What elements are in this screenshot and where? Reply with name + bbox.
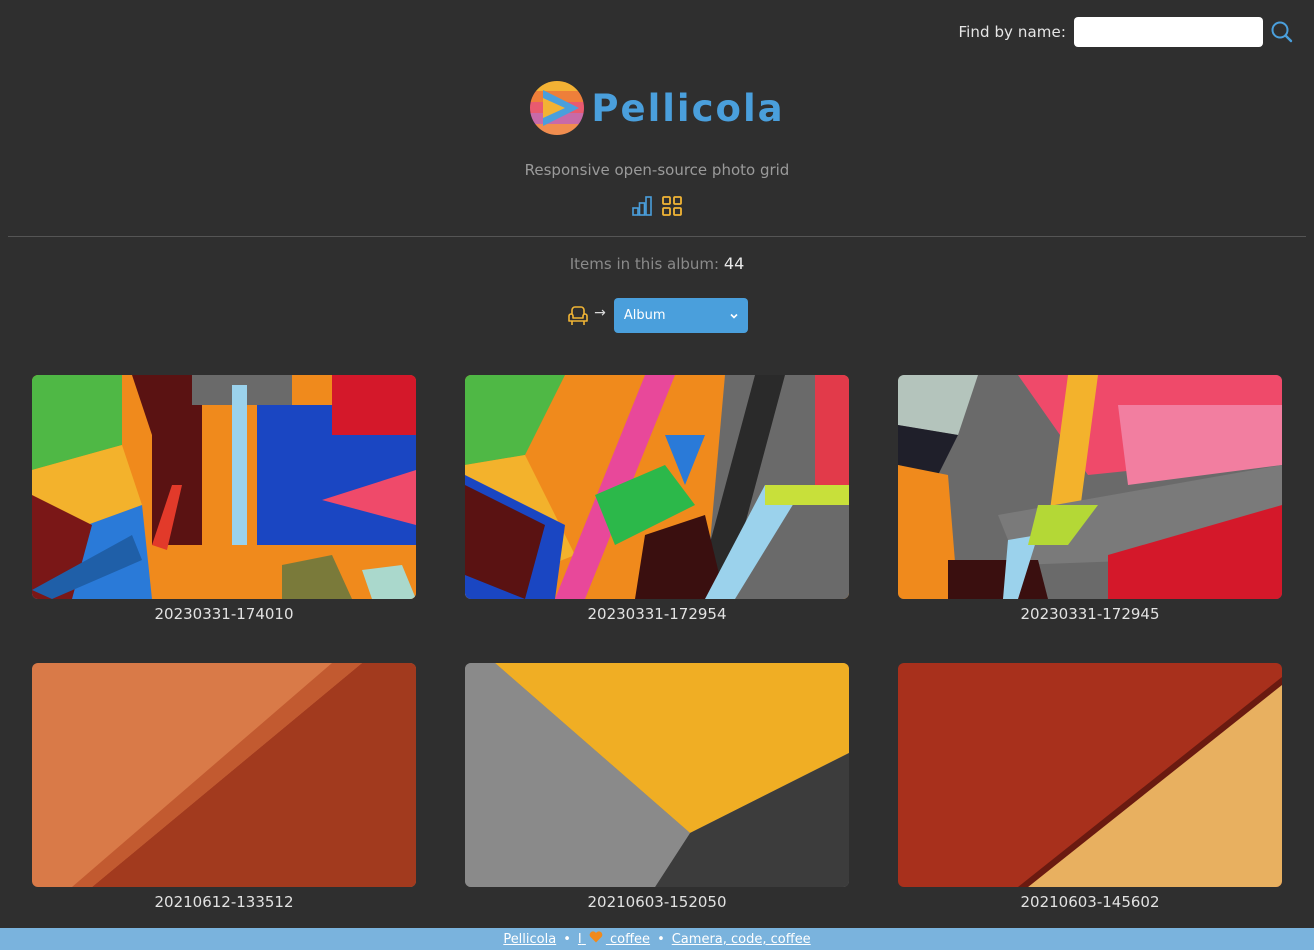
photo-thumbnail[interactable] <box>465 375 849 599</box>
album-select[interactable]: Album <box>613 298 748 333</box>
photo-tile[interactable]: 20230331-172945 <box>898 375 1282 623</box>
photo-caption: 20210612-133512 <box>154 893 294 911</box>
footer-separator: • <box>563 931 571 947</box>
photo-tile[interactable]: 20210603-152050 <box>465 663 849 911</box>
footer-i-text: I <box>577 932 582 947</box>
site-tagline: Responsive open-source photo grid <box>524 161 790 179</box>
site-title[interactable]: Pellicola <box>591 87 784 130</box>
grid-icon[interactable] <box>661 195 683 217</box>
chevron-down-icon <box>728 310 740 322</box>
heart-icon <box>589 931 603 943</box>
photo-tile[interactable]: 20210612-133512 <box>32 663 416 911</box>
photo-thumbnail[interactable] <box>898 375 1282 599</box>
photo-caption: 20230331-172954 <box>587 605 727 623</box>
arrow-right-icon: → <box>594 304 606 321</box>
photo-caption: 20230331-174010 <box>154 605 294 623</box>
photo-tile[interactable]: 20230331-172954 <box>465 375 849 623</box>
photo-thumbnail[interactable] <box>32 663 416 887</box>
search-icon[interactable] <box>1270 20 1294 44</box>
photo-tile[interactable]: 20210603-145602 <box>898 663 1282 911</box>
footer-camera-link[interactable]: Camera, code, coffee <box>672 932 811 947</box>
bar-chart-icon[interactable] <box>631 195 653 217</box>
page: Find by name: Pellicola Responsive open-… <box>0 0 1314 950</box>
armchair-icon <box>566 304 590 328</box>
item-count-label: Items in this album: <box>569 255 720 273</box>
footer-coffee-link[interactable]: I coffee <box>578 931 650 947</box>
view-switcher <box>0 195 1314 217</box>
search-input[interactable] <box>1074 17 1263 47</box>
site-header: Pellicola <box>0 80 1314 136</box>
item-count: Items in this album: 44 <box>0 254 1314 273</box>
divider <box>8 236 1306 237</box>
photo-caption: 20230331-172945 <box>1020 605 1160 623</box>
album-select-value: Album <box>623 308 666 323</box>
photo-tile[interactable]: 20230331-174010 <box>32 375 416 623</box>
footer-pellicola-link[interactable]: Pellicola <box>503 932 556 947</box>
photo-caption: 20210603-152050 <box>587 893 727 911</box>
photo-thumbnail[interactable] <box>465 663 849 887</box>
footer-coffee-text: coffee <box>610 932 651 947</box>
photo-caption: 20210603-145602 <box>1020 893 1160 911</box>
search-label: Find by name: <box>958 23 1066 41</box>
photo-thumbnail[interactable] <box>898 663 1282 887</box>
album-selector-row: → Album <box>0 298 1314 333</box>
item-count-value: 44 <box>723 254 745 273</box>
logo-icon[interactable] <box>529 80 585 136</box>
search-bar: Find by name: <box>958 17 1294 47</box>
photo-thumbnail[interactable] <box>32 375 416 599</box>
footer: Pellicola • I coffee • Camera, code, cof… <box>0 928 1314 950</box>
footer-separator: • <box>657 931 665 947</box>
